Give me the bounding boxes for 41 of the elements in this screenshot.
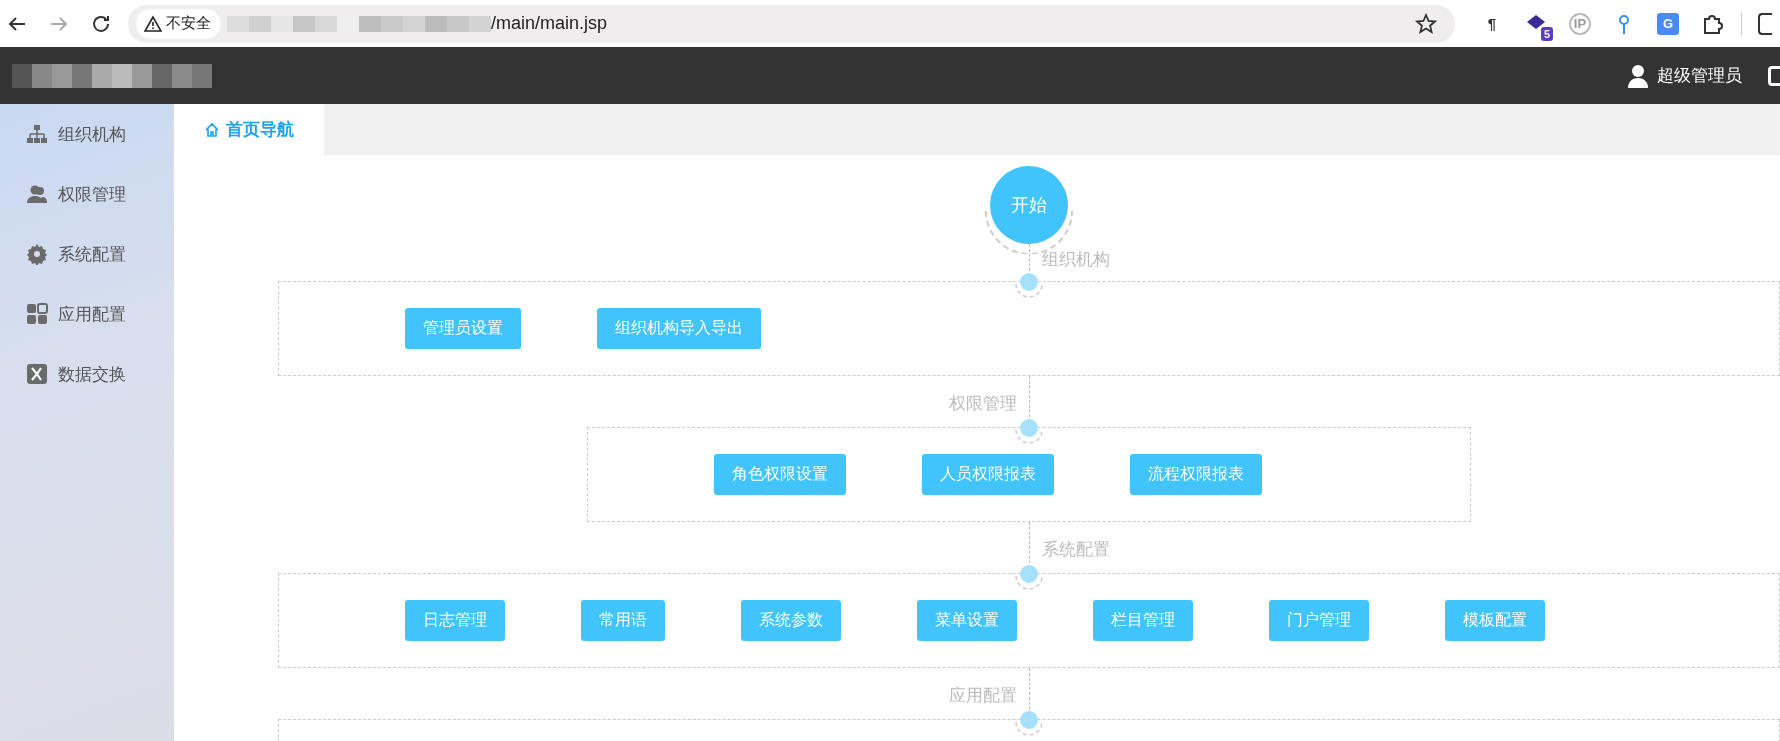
ip-lookup-icon[interactable]: IP [1569, 12, 1591, 35]
nav-button[interactable]: 日志管理 [405, 600, 505, 641]
nav-button[interactable]: 角色权限设置 [714, 454, 846, 495]
warning-icon [144, 14, 162, 33]
sidebar-item[interactable]: 权限管理 [0, 164, 174, 224]
sidebar-item[interactable]: 组织机构 [0, 104, 174, 164]
nav-button[interactable]: 门户管理 [1269, 600, 1369, 641]
pilcrow-arrow-icon[interactable]: ¶ [1481, 12, 1503, 35]
users-icon [26, 183, 48, 205]
nav-button[interactable]: 流程权限报表 [1130, 454, 1262, 495]
nav-button[interactable]: 组织机构导入导出 [597, 308, 761, 349]
x-logo-icon [26, 363, 48, 385]
sidebar-item[interactable]: 数据交换 [0, 344, 174, 404]
user-name[interactable]: 超级管理员 [1657, 64, 1742, 87]
tab[interactable]: 首页导航 [174, 104, 324, 155]
sidebar-item[interactable]: 系统配置 [0, 224, 174, 284]
count-badge: 5 [1540, 26, 1553, 41]
grid-icon [26, 303, 48, 325]
nav-button[interactable]: 管理员设置 [405, 308, 521, 349]
settings-icon [26, 243, 48, 265]
address-bar[interactable]: 不安全 /main/main.jsp [128, 4, 1455, 43]
url-text: /main/main.jsp [491, 13, 608, 34]
start-node[interactable]: 开始 [990, 166, 1068, 244]
translate-icon[interactable]: G [1657, 12, 1679, 35]
section-label: 系统配置 [1041, 539, 1110, 561]
home-icon [204, 121, 220, 138]
nav-button[interactable]: 常用语 [581, 600, 665, 641]
nav-button[interactable]: 模板配置 [1445, 600, 1545, 641]
star-icon[interactable] [1415, 12, 1437, 35]
puzzle-icon[interactable] [1701, 12, 1723, 35]
security-chip[interactable]: 不安全 [136, 8, 221, 39]
section-label: 权限管理 [948, 393, 1017, 415]
section-label: 应用配置 [948, 685, 1017, 707]
hierarchy-icon [26, 123, 48, 145]
nav-button[interactable]: 人员权限报表 [922, 454, 1054, 495]
sidebar-item[interactable]: 应用配置 [0, 284, 174, 344]
section-label: 组织机构 [1041, 249, 1110, 271]
nav-button[interactable]: 系统参数 [741, 600, 841, 641]
user-icon [1627, 63, 1649, 88]
nav-button[interactable]: 栏目管理 [1093, 600, 1193, 641]
nav-button[interactable]: 菜单设置 [917, 600, 1017, 641]
